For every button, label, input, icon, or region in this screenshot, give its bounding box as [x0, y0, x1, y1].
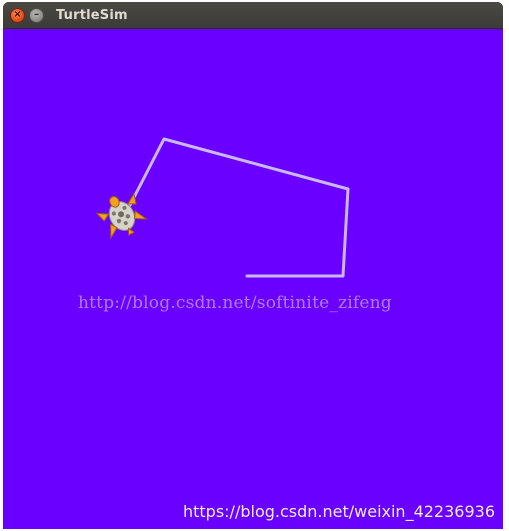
window-title: TurtleSim — [56, 7, 128, 23]
close-button[interactable]: × — [10, 7, 25, 23]
turtlesim-window: × – TurtleSim http://blog.csdn.net/softi… — [3, 2, 503, 529]
turtle-path — [125, 137, 350, 278]
turtle-icon — [95, 192, 148, 240]
close-icon: × — [13, 9, 22, 20]
window-titlebar[interactable]: × – TurtleSim — [3, 2, 503, 29]
bottom-right-watermark: https://blog.csdn.net/weixin_42236936 — [182, 502, 495, 521]
turtle-scene — [95, 137, 350, 278]
minimize-button[interactable]: – — [29, 7, 44, 23]
center-watermark: http://blog.csdn.net/softinite_zifeng — [78, 293, 392, 313]
turtle-canvas: http://blog.csdn.net/softinite_zifeng ht… — [3, 29, 503, 529]
minimize-icon: – — [34, 9, 39, 20]
